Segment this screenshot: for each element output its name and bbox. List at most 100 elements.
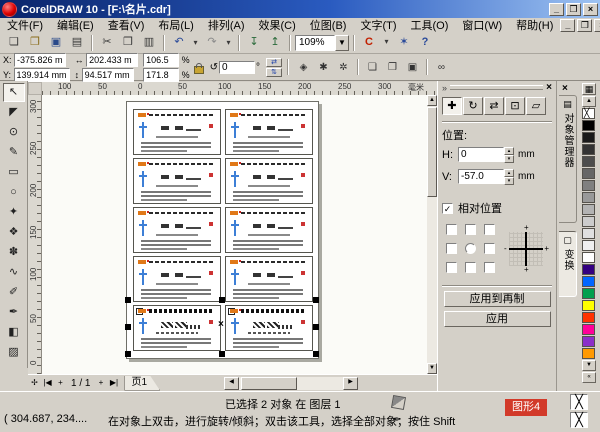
spin-up-icon[interactable]: ▴ [504,169,514,177]
menu-item[interactable]: 效果(C) [252,17,303,33]
color-swatch[interactable] [582,192,595,203]
scroll-down-icon[interactable]: ▼ [427,363,437,374]
business-card[interactable] [225,256,313,302]
tool-eyedropper[interactable]: ✐ [3,283,25,302]
transform-button-position[interactable]: ✚ [442,97,462,115]
color-swatch[interactable] [582,108,595,119]
color-swatch[interactable] [582,252,595,263]
docker-collapse-icon[interactable]: » [442,83,447,93]
anchor-checkbox[interactable] [484,243,495,254]
object-width-field[interactable]: ↔ 202.433 m [75,53,139,67]
color-swatch[interactable] [582,204,595,215]
mdi-minimize-button[interactable]: _ [560,19,575,32]
color-swatch[interactable] [582,336,595,347]
transform-button-size[interactable]: ⊡ [505,97,525,115]
business-card[interactable] [133,256,221,302]
scale-x-field[interactable]: 106.5 % [143,53,190,67]
color-swatch[interactable] [582,228,595,239]
add-page-after-button[interactable]: + [94,377,107,390]
anchor-checkbox[interactable] [446,262,457,273]
mirror-horizontal-button[interactable]: ⇄ [266,58,282,67]
business-card[interactable] [225,158,313,204]
application-launcher-button[interactable]: C [359,33,379,52]
apply-to-duplicate-button[interactable]: 应用到再制 [444,291,551,307]
toolbar-button-cut[interactable]: ✂ [97,33,117,52]
object-height-field[interactable]: ↕ 94.517 mm [75,68,139,82]
color-swatch[interactable] [582,240,595,251]
selection-handle[interactable] [313,297,319,303]
toolbar-button-open[interactable]: ❐ [25,33,45,52]
color-swatch[interactable] [582,264,595,275]
menu-item[interactable]: 文件(F) [0,17,50,33]
scroll-right-icon[interactable]: ▶ [343,377,358,390]
propbar-button-to-front[interactable]: ❏ [363,58,382,77]
last-page-button[interactable]: ▶| [107,377,120,390]
menu-item[interactable]: 工具(O) [404,17,456,33]
anchor-center-radio[interactable] [465,243,476,254]
toolbar-button-copy[interactable]: ❒ [118,33,138,52]
transform-button-rotation[interactable]: ↻ [463,97,483,115]
propbar-button-combine[interactable]: ◈ [294,58,313,77]
scroll-left-icon[interactable]: ◀ [224,377,239,390]
color-swatch[interactable] [582,312,595,323]
propbar-button-convert-to-curves[interactable]: ∞ [432,58,451,77]
mirror-vertical-button[interactable]: ⇅ [266,68,282,77]
business-card[interactable] [225,207,313,253]
business-card[interactable] [225,109,313,155]
selection-handle[interactable] [219,297,225,303]
anchor-checkbox[interactable] [484,262,495,273]
page-tab[interactable]: 页1 [124,376,160,391]
spin-down-icon[interactable]: ▾ [504,155,514,163]
tool-basic-shapes[interactable]: ❖ [3,223,25,242]
selection-handle[interactable] [313,324,319,330]
color-swatch[interactable] [582,180,595,191]
spin-down-icon[interactable]: ▾ [504,177,514,185]
anchor-checkbox[interactable] [465,262,476,273]
docker-tab-transformation[interactable]: ▢ 变换 [559,231,577,297]
h-scroll-thumb[interactable] [241,377,297,390]
toolbar-button-new[interactable]: ❏ [4,33,24,52]
zoom-level-value[interactable]: 109% [295,35,335,51]
color-swatch[interactable] [582,324,595,335]
toolbar-button-paste[interactable]: ▥ [139,33,159,52]
scroll-up-icon[interactable]: ▲ [427,95,437,106]
tool-freehand[interactable]: ✎ [3,143,25,162]
anchor-checkbox[interactable] [465,224,476,235]
palette-scroll-down-icon[interactable]: ▼ [582,360,596,371]
mdi-restore-button[interactable]: ❐ [577,19,592,32]
toolbar-button-redo[interactable]: ↷ [202,33,222,52]
toolbar-button-export[interactable]: ↥ [265,33,285,52]
whats-this-help-button[interactable]: ? [415,33,435,52]
propbar-button-trim[interactable]: ✲ [334,58,353,77]
tool-shape[interactable]: ◤ [3,103,25,122]
first-page-button[interactable]: |◀ [41,377,54,390]
business-card[interactable] [133,158,221,204]
restore-button[interactable]: ❐ [566,3,581,16]
color-swatch[interactable] [582,156,595,167]
toolbar-button-save[interactable]: ▣ [46,33,66,52]
selection-center-marker[interactable]: × [218,321,224,329]
menu-item[interactable]: 查看(V) [101,17,152,33]
object-x-field[interactable]: X: -375.826 m [3,53,70,67]
spin-up-icon[interactable]: ▴ [504,147,514,155]
add-page-before-button[interactable]: + [54,377,67,390]
v-ruler[interactable]: 300250200150100500 [28,95,42,374]
tool-rectangle[interactable]: ▭ [3,163,25,182]
color-swatch[interactable] [582,216,595,227]
toolbar-button-undo[interactable]: ↶ [169,33,189,52]
toolbar-button-print[interactable]: ▤ [67,33,87,52]
tool-artistic-media[interactable]: ✽ [3,243,25,262]
launcher-dropdown-icon[interactable]: ▾ [380,32,393,53]
business-card[interactable] [133,305,221,351]
docker-grip[interactable] [450,85,543,90]
tool-interactive-blend[interactable]: ∿ [3,263,25,282]
tool-fill[interactable]: ◧ [3,323,25,342]
scale-y-field[interactable]: 171.8 % [143,68,190,82]
anchor-checkbox[interactable] [484,224,495,235]
palette-scroll-up-icon[interactable]: ▲ [582,96,596,107]
drawing-canvas[interactable]: × [42,95,427,374]
business-card[interactable] [133,207,221,253]
docker-tab-object-manager[interactable]: ▤ 对象管理器 [559,95,577,223]
zoom-level-combo[interactable]: 109% ▼ [295,35,349,51]
tool-outline[interactable]: ✒ [3,303,25,322]
